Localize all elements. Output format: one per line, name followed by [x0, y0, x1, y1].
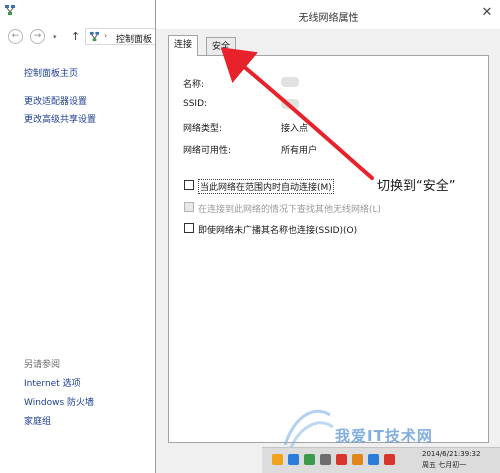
control-panel-home-link[interactable]: 控制面板主页 — [24, 66, 78, 79]
change-adapter-settings-link[interactable]: 更改适配器设置 — [24, 94, 87, 107]
redacted-value — [281, 99, 299, 109]
taskbar-tray: 2014/6/21:39:32 周五 七月初一 — [262, 447, 500, 473]
dialog-titlebar[interactable]: 无线网络属性 ✕ — [156, 0, 500, 30]
connect-hidden-label[interactable]: 即使网络未广播其名称也连接(SSID)(O) — [198, 223, 357, 236]
clock-date-prefix: 2014/6/ — [422, 450, 449, 458]
see-also-heading: 另请参阅 — [24, 360, 61, 370]
forward-button[interactable]: → — [30, 29, 45, 44]
flag-tray-icon[interactable] — [304, 454, 315, 465]
look-for-other-networks-label: 在连接到此网络的情况下查找其他无线网络(L) — [198, 205, 382, 215]
redacted-value — [281, 77, 299, 87]
system-clock[interactable]: 2014/6/21:39:32 周五 七月初一 — [422, 450, 481, 469]
navigation-bar: ← → ▾ ↑ › 控制面板 — [0, 24, 160, 48]
auto-connect-label[interactable]: 当此网络在范围内时自动连接(M) — [198, 179, 334, 194]
dialog-title: 无线网络属性 — [298, 13, 359, 24]
tab-connection[interactable]: 连接 — [168, 35, 199, 56]
internet-options-link[interactable]: Internet 选项 — [24, 376, 81, 389]
network-availability-value: 所有用户 — [281, 146, 318, 156]
ssid-label: SSID: — [183, 99, 208, 109]
close-button[interactable]: ✕ — [478, 5, 496, 21]
network-availability-label: 网络可用性: — [183, 146, 232, 156]
network-type-value: 接入点 — [281, 124, 309, 134]
homegroup-link[interactable]: 家庭组 — [24, 414, 51, 427]
clock-date: 周五 七月初一 — [422, 461, 467, 469]
back-button[interactable]: ← — [8, 29, 23, 44]
network-type-label: 网络类型: — [183, 124, 223, 134]
input-method-tray-icon[interactable] — [288, 454, 299, 465]
look-for-other-networks-checkbox — [184, 202, 194, 212]
up-button[interactable]: ↑ — [71, 30, 80, 43]
watermark: 我爱IT技术网 — [335, 427, 433, 445]
connection-tab-panel: 名称: SSID: 网络类型: 接入点 网络可用性: 所有用户 当此网络在范围内… — [168, 55, 489, 443]
name-value — [281, 77, 299, 88]
qq-tray-icon[interactable] — [272, 454, 283, 465]
clock-time: 21:39:32 — [449, 450, 481, 458]
breadcrumb-separator: › — [104, 31, 108, 40]
tab-security[interactable]: 安全 — [206, 37, 237, 56]
network-app-icon — [5, 5, 15, 15]
ssid-value — [281, 99, 299, 110]
network-icon — [89, 31, 100, 42]
network-tray-icon[interactable] — [320, 454, 331, 465]
app-tray-icon[interactable] — [352, 454, 363, 465]
auto-connect-checkbox[interactable] — [184, 180, 194, 190]
address-bar[interactable]: › 控制面板 — [85, 28, 160, 45]
windows-firewall-link[interactable]: Windows 防火墙 — [24, 395, 94, 408]
connect-hidden-checkbox[interactable] — [184, 223, 194, 233]
volume-tray-icon[interactable] — [368, 454, 379, 465]
breadcrumb-control-panel[interactable]: 控制面板 — [116, 32, 152, 45]
recent-locations-dropdown[interactable]: ▾ — [53, 33, 57, 41]
security-tray-icon[interactable] — [336, 454, 347, 465]
change-sharing-settings-link[interactable]: 更改高级共享设置 — [24, 112, 96, 125]
name-label: 名称: — [183, 80, 205, 90]
notification-tray-icon[interactable] — [384, 454, 395, 465]
watermark-swirl-icon — [283, 409, 334, 451]
annotation-text: 切换到“安全” — [377, 179, 456, 194]
